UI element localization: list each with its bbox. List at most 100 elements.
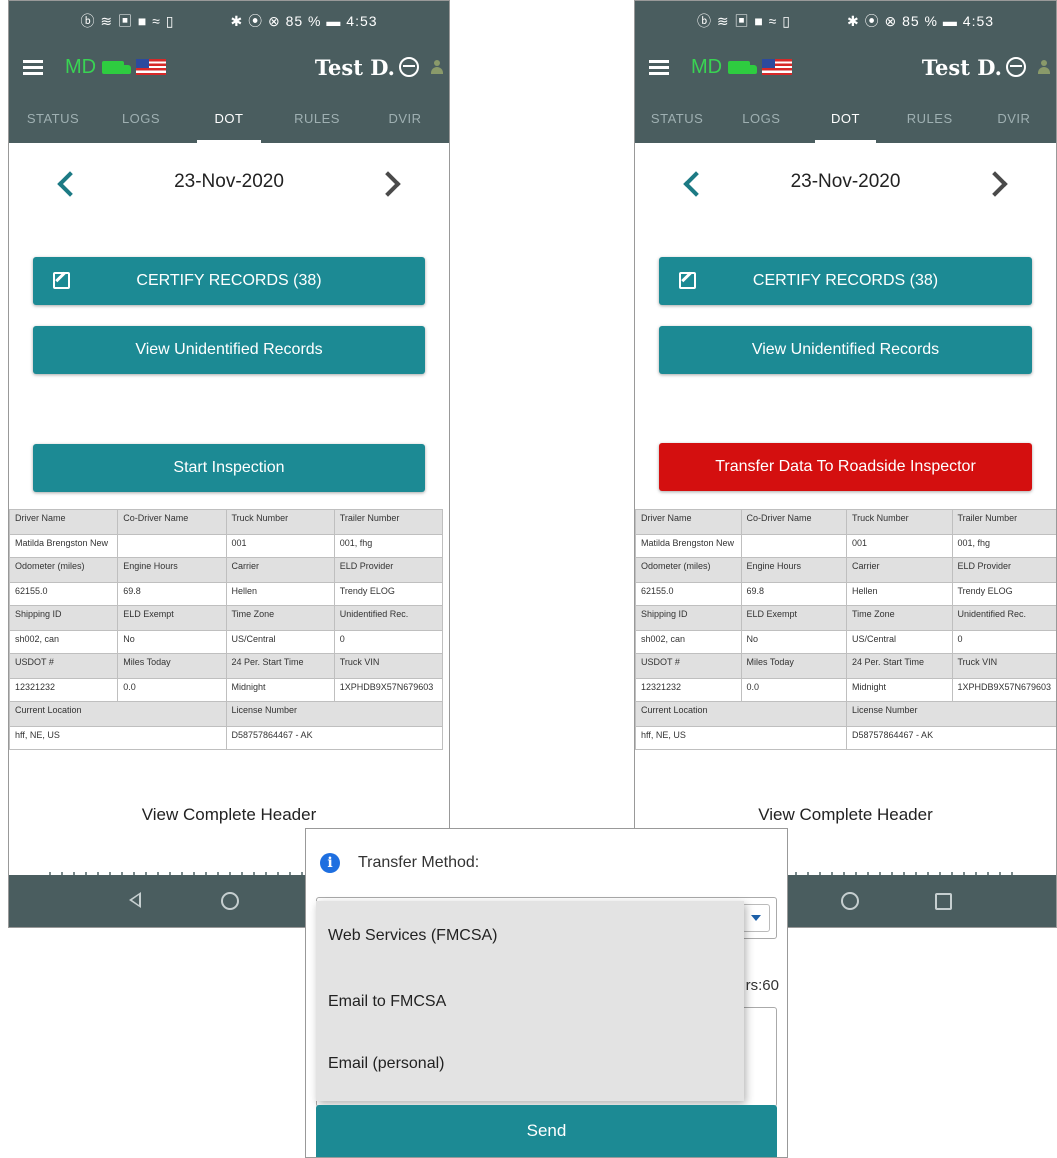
transfer-method-dialog: i Transfer Method: rs:60 Web Services (F… <box>305 828 788 1158</box>
cell <box>740 534 847 558</box>
steering-wheel-icon[interactable] <box>1006 57 1026 77</box>
truck-icon <box>102 60 132 74</box>
cell: hff, NE, US <box>9 726 227 750</box>
dialog-title: Transfer Method: <box>358 854 480 871</box>
tab-logs[interactable]: LOGS <box>719 93 803 143</box>
cell: Current Location <box>635 701 847 727</box>
cell: Trendy ELOG <box>951 582 1056 606</box>
back-icon[interactable] <box>129 892 141 908</box>
cell: Time Zone <box>846 605 953 631</box>
cell: Midnight <box>846 678 953 702</box>
cell: 001 <box>225 534 335 558</box>
cell: Engine Hours <box>117 557 227 583</box>
option-email-fmcsa[interactable]: Email to FMCSA <box>316 971 744 1033</box>
cell: sh002, can <box>9 630 119 654</box>
start-inspection-label: Start Inspection <box>173 459 285 476</box>
cell: ELD Provider <box>951 557 1056 583</box>
send-button[interactable]: Send <box>316 1105 777 1157</box>
tab-status[interactable]: STATUS <box>9 93 97 143</box>
cell: Carrier <box>846 557 953 583</box>
status-bar: ⓑ ≋ ▣ ■ ≈ ▯ ✱ ⦿ ⊗ 85 % ▬ 4:53 <box>635 1 1056 41</box>
tab-rules[interactable]: RULES <box>273 93 361 143</box>
cell: 0 <box>951 630 1056 654</box>
us-flag-icon <box>762 59 793 75</box>
cell: Trailer Number <box>333 509 444 535</box>
driver-name: Test D. <box>314 54 395 80</box>
cell: Miles Today <box>117 653 227 679</box>
tab-dot[interactable]: DOT <box>185 93 273 143</box>
transfer-method-options: Web Services (FMCSA) Email to FMCSA Emai… <box>316 901 744 1101</box>
option-web-services[interactable]: Web Services (FMCSA) <box>316 901 744 971</box>
status-icons-left: ⓑ ≋ ▣ ■ ≈ ▯ <box>696 13 791 29</box>
header-table: Driver Name Co-Driver Name Truck Number Tra… <box>9 509 444 750</box>
cell: Current Location <box>9 701 227 727</box>
phone-screen-inspection: ⓑ ≋ ▣ ■ ≈ ▯ ✱ ⦿ ⊗ 85 % ▬ 4:53 MD Test D.… <box>8 0 450 928</box>
tab-status[interactable]: STATUS <box>635 93 719 143</box>
status-icons-left: ⓑ ≋ ▣ ■ ≈ ▯ <box>80 13 175 29</box>
cell: D58757864467 - AK <box>846 726 1056 750</box>
cell: No <box>740 630 847 654</box>
cell: 0.0 <box>740 678 847 702</box>
cell: Truck Number <box>225 509 335 535</box>
certify-records-button[interactable]: CERTIFY RECORDS (38) <box>33 257 425 305</box>
view-complete-header-link[interactable]: View Complete Header <box>9 805 449 825</box>
view-unidentified-button[interactable]: View Unidentified Records <box>33 326 425 374</box>
view-complete-header-link[interactable]: View Complete Header <box>635 805 1056 825</box>
cell: US/Central <box>225 630 335 654</box>
tab-dvir[interactable]: DVIR <box>972 93 1056 143</box>
cell: Odometer (miles) <box>9 557 119 583</box>
cell: 001 <box>846 534 953 558</box>
cell: hff, NE, US <box>635 726 847 750</box>
cell: sh002, can <box>635 630 742 654</box>
cell: License Number <box>225 701 443 727</box>
steering-wheel-icon[interactable] <box>399 57 419 77</box>
tab-dvir[interactable]: DVIR <box>361 93 449 143</box>
cell: Driver Name <box>635 509 742 535</box>
cell: Miles Today <box>740 653 847 679</box>
menu-icon[interactable] <box>23 60 43 75</box>
cell: Matilda Brengston New <box>635 534 742 558</box>
tab-dot[interactable]: DOT <box>803 93 887 143</box>
co-driver-icon[interactable] <box>1038 60 1050 74</box>
cell: 69.8 <box>740 582 847 606</box>
cell: 1XPHDB9X57N679603 <box>951 678 1056 702</box>
cell: 12321232 <box>9 678 119 702</box>
send-label: Send <box>526 1121 567 1140</box>
cell: 12321232 <box>635 678 742 702</box>
option-email-personal[interactable]: Email (personal) <box>316 1033 744 1095</box>
cell: Trendy ELOG <box>333 582 444 606</box>
co-driver-icon[interactable] <box>431 60 443 74</box>
cell: Co-Driver Name <box>117 509 227 535</box>
certify-label: CERTIFY RECORDS (38) <box>136 272 322 289</box>
view-unidentified-button[interactable]: View Unidentified Records <box>659 326 1032 374</box>
tab-rules[interactable]: RULES <box>888 93 972 143</box>
cell: 001, fhg <box>951 534 1056 558</box>
transfer-label: Transfer Data To Roadside Inspector <box>715 458 976 475</box>
transfer-data-button[interactable]: Transfer Data To Roadside Inspector <box>659 443 1032 491</box>
tab-bar: STATUS LOGS DOT RULES DVIR <box>635 93 1056 143</box>
cell: 0 <box>333 630 444 654</box>
start-inspection-button[interactable]: Start Inspection <box>33 444 425 492</box>
app-bar: MD Test D. <box>635 41 1056 93</box>
cell: Driver Name <box>9 509 119 535</box>
cell: Carrier <box>225 557 335 583</box>
certify-records-button[interactable]: CERTIFY RECORDS (38) <box>659 257 1032 305</box>
tab-bar: STATUS LOGS DOT RULES DVIR <box>9 93 449 143</box>
recent-apps-icon[interactable] <box>935 893 952 910</box>
cell: Co-Driver Name <box>740 509 847 535</box>
home-icon[interactable] <box>841 892 859 910</box>
cell: 1XPHDB9X57N679603 <box>333 678 444 702</box>
dropdown-caret-icon[interactable] <box>742 904 770 932</box>
header-table: Driver Name Co-Driver Name Truck Number Tra… <box>635 509 1056 750</box>
cell: No <box>117 630 227 654</box>
cell: 24 Per. Start Time <box>846 653 953 679</box>
home-icon[interactable] <box>221 892 239 910</box>
md-label: MD <box>65 55 97 78</box>
cell: Truck VIN <box>333 653 444 679</box>
menu-icon[interactable] <box>649 60 669 75</box>
edit-icon <box>53 272 70 289</box>
cell: USDOT # <box>635 653 742 679</box>
tab-logs[interactable]: LOGS <box>97 93 185 143</box>
cell: ELD Provider <box>333 557 444 583</box>
truck-icon <box>728 60 758 74</box>
